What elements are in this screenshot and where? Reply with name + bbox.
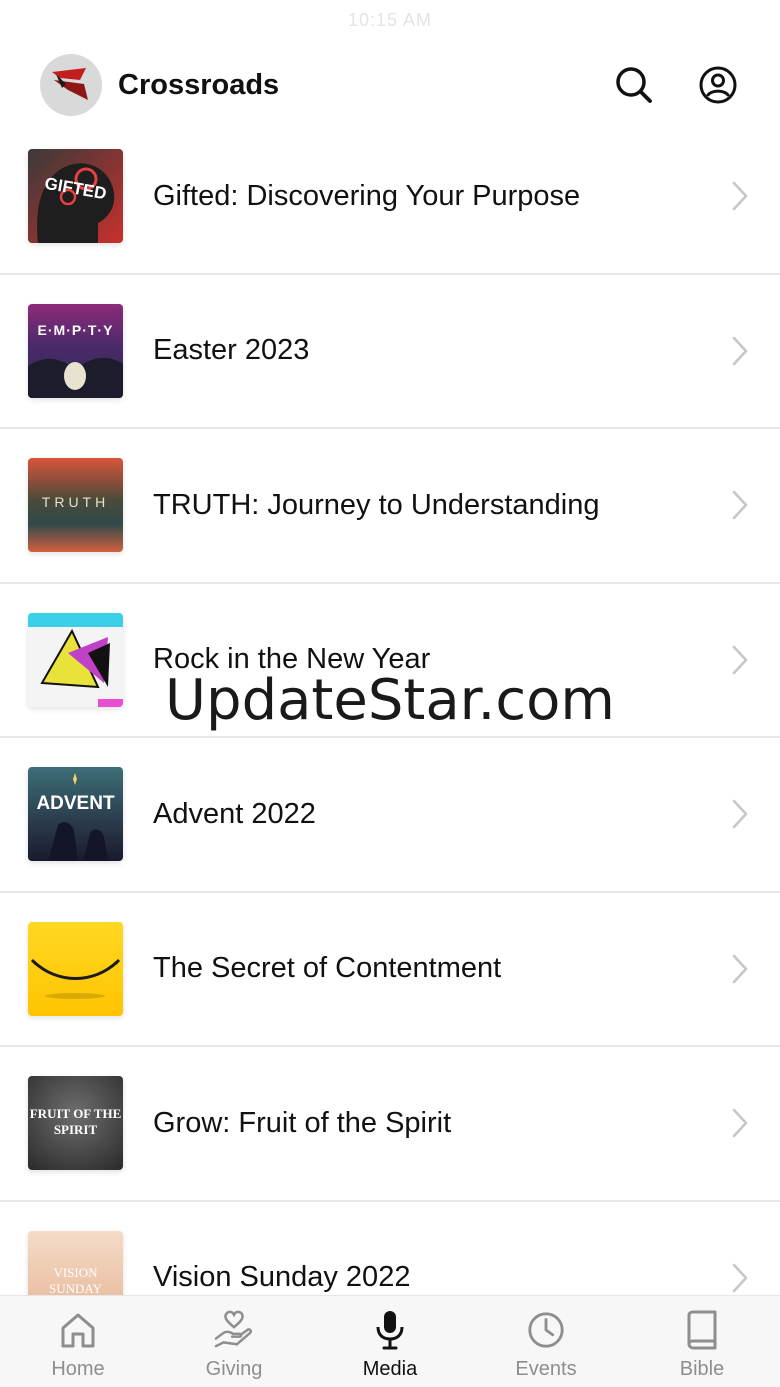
- list-item-title: TRUTH: Journey to Understanding: [153, 488, 600, 521]
- series-thumbnail: [28, 921, 123, 1016]
- list-item[interactable]: FRUIT OF THE SPIRIT Grow: Fruit of the S…: [0, 1047, 780, 1202]
- chevron-right-icon: [732, 336, 748, 366]
- account-button[interactable]: [696, 63, 740, 107]
- list-item[interactable]: The Secret of Contentment: [0, 893, 780, 1047]
- search-button[interactable]: [612, 63, 656, 107]
- thumb-text: TRUTH: [41, 494, 110, 511]
- tab-label: Giving: [205, 1358, 263, 1380]
- thumb-text: FRUIT OF THE SPIRIT: [29, 1106, 122, 1138]
- home-icon: [61, 1313, 95, 1348]
- app-header: Crossroads: [0, 40, 780, 130]
- chevron-right-icon: [732, 490, 748, 520]
- chevron-right-icon: [732, 181, 748, 211]
- giving-icon: [214, 1310, 253, 1348]
- list-item-title: Gifted: Discovering Your Purpose: [153, 179, 581, 212]
- tab-label: Events: [515, 1358, 577, 1380]
- list-item-title: The Secret of Contentment: [153, 952, 502, 985]
- account-icon: [699, 66, 737, 104]
- thumb-text: ADVENT: [36, 793, 115, 815]
- book-icon: [687, 1310, 717, 1350]
- clock-icon: [528, 1312, 564, 1348]
- series-thumbnail: FRUIT OF THE SPIRIT: [28, 1076, 123, 1171]
- list-item[interactable]: ADVENT Advent 2022: [0, 738, 780, 893]
- series-thumbnail: E·M·P·T·Y: [28, 303, 123, 398]
- chevron-right-icon: [732, 1108, 748, 1138]
- watermark-text: UpdateStar.com: [165, 668, 615, 733]
- list-item[interactable]: VISION SUNDAY Vision Sunday 2022: [0, 1202, 780, 1295]
- tab-bible[interactable]: Bible: [624, 1296, 780, 1387]
- series-thumbnail: TRUTH: [28, 458, 123, 553]
- chevron-right-icon: [732, 799, 748, 829]
- tab-label: Bible: [679, 1358, 725, 1380]
- thumb-text: E·M·P·T·Y: [37, 321, 114, 338]
- app-title: Crossroads: [118, 68, 280, 101]
- tab-label: Media: [362, 1358, 418, 1380]
- tab-label: Home: [51, 1358, 105, 1380]
- tab-bar: Home Giving Media Events Bible: [0, 1295, 780, 1387]
- series-thumbnail: GIFTED: [28, 149, 123, 244]
- microphone-icon: [376, 1311, 404, 1350]
- tab-giving[interactable]: Giving: [156, 1296, 312, 1387]
- series-thumbnail: ADVENT: [28, 767, 123, 862]
- list-item[interactable]: TRUTH TRUTH: Journey to Understanding: [0, 429, 780, 584]
- tab-media[interactable]: Media: [312, 1296, 468, 1387]
- list-item-title: Easter 2023: [153, 334, 310, 367]
- list-item-title: Vision Sunday 2022: [153, 1261, 411, 1294]
- crossroads-logo-icon: [40, 54, 102, 116]
- chevron-right-icon: [732, 1263, 748, 1293]
- list-item-title: Advent 2022: [153, 797, 316, 830]
- chevron-right-icon: [732, 954, 748, 984]
- status-bar: 10:15 AM: [0, 0, 780, 40]
- list-item-title: Grow: Fruit of the Spirit: [153, 1106, 452, 1139]
- series-thumbnail: VISION SUNDAY: [28, 1230, 123, 1295]
- tab-events[interactable]: Events: [468, 1296, 624, 1387]
- thumb-text: VISION SUNDAY: [49, 1264, 102, 1295]
- status-time: 10:15 AM: [347, 9, 433, 30]
- list-item[interactable]: E·M·P·T·Y Easter 2023: [0, 275, 780, 429]
- tab-home[interactable]: Home: [0, 1296, 156, 1387]
- search-icon: [616, 67, 652, 103]
- list-item[interactable]: GIFTED Gifted: Discovering Your Purpose: [0, 120, 780, 275]
